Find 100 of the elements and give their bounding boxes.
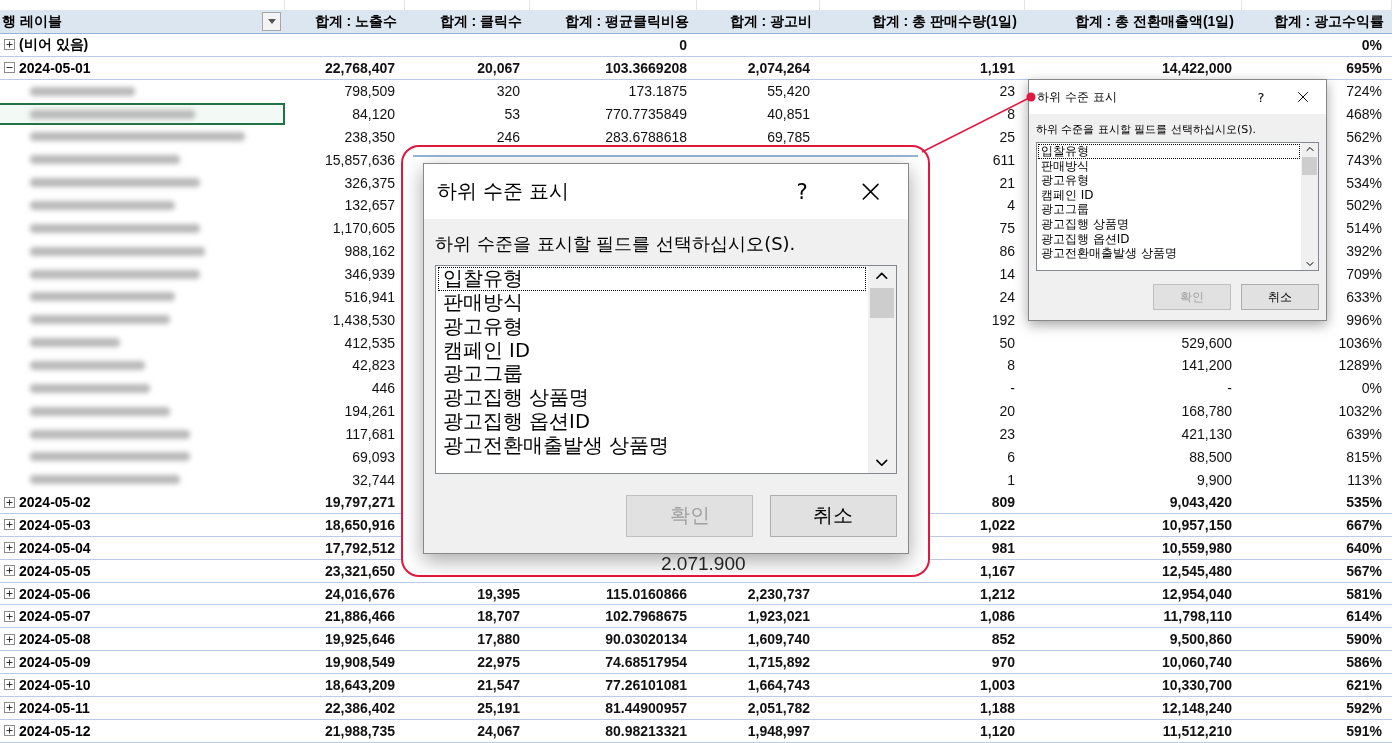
table-cell: 1,923,021: [747, 608, 810, 625]
table-cell: 23,321,650: [324, 562, 395, 579]
table-cell: 1,022: [979, 516, 1015, 533]
expand-icon[interactable]: [4, 679, 15, 691]
row-label: 2024-05-01: [19, 59, 91, 76]
table-cell: 19,908,549: [324, 654, 395, 671]
list-item[interactable]: 광고전환매출발생 상품명: [438, 433, 867, 458]
list-item[interactable]: 광고유형: [1038, 173, 1300, 188]
expand-icon[interactable]: [4, 542, 15, 554]
expand-icon[interactable]: [4, 496, 15, 508]
filter-button[interactable]: [262, 12, 281, 31]
table-cell: 88,500: [1189, 448, 1232, 465]
table-cell: 11,512,210: [1162, 722, 1232, 739]
table-cell: 724%: [1346, 83, 1382, 100]
list-item[interactable]: 광고집행 옵션ID: [1038, 231, 1300, 247]
table-cell: 1,609,740: [747, 631, 810, 648]
table-cell: 12,545,480: [1161, 562, 1232, 579]
table-cell: 468%: [1346, 106, 1382, 122]
list-item[interactable]: 캠페인 ID: [1038, 187, 1300, 203]
table-cell: 421,130: [1181, 426, 1232, 443]
column-header: 합계 : 클릭수: [439, 12, 522, 31]
list-item[interactable]: 캠페인 ID: [438, 338, 867, 363]
field-list[interactable]: 입찰유형 판매방식 광고유형 캠페인 ID 광고그룹 광고집행 상품명 광고집행 옵션ID 광고전환매출발생 상품명: [435, 264, 897, 474]
caret-icon: [267, 19, 276, 24]
expand-icon[interactable]: [4, 656, 15, 668]
table-cell: 591%: [1346, 722, 1382, 739]
table-cell: 743%: [1346, 151, 1382, 168]
table-cell: 18,707: [477, 608, 520, 625]
table-cell: 194,261: [344, 403, 395, 420]
field-list[interactable]: 입찰유형 판매방식 광고유형 캠페인 ID 광고그룹 광고집행 상품명 광고집행 옵션ID 광고전환매출발생 상품명: [1036, 142, 1319, 271]
table-cell: 32,744: [352, 471, 395, 488]
list-item[interactable]: 광고집행 상품명: [1038, 216, 1300, 232]
collapse-icon[interactable]: [4, 62, 15, 74]
scroll-thumb[interactable]: [1302, 157, 1317, 175]
table-cell: 10,060,740: [1161, 654, 1232, 671]
table-cell: 852: [991, 631, 1015, 648]
list-item[interactable]: 판매방식: [1038, 158, 1300, 174]
expand-icon[interactable]: [4, 633, 15, 645]
table-cell: 24,016,676: [324, 585, 395, 602]
table-cell: 516,941: [344, 288, 395, 305]
expand-icon[interactable]: [4, 702, 15, 714]
table-cell: 9,500,860: [1169, 631, 1232, 648]
table-cell: 24,067: [477, 722, 520, 739]
list-item[interactable]: 판매방식: [438, 291, 867, 315]
expand-icon[interactable]: [4, 565, 15, 577]
table-cell: 168,780: [1181, 403, 1232, 420]
table-cell: 1,212: [979, 585, 1015, 602]
table-cell: 392%: [1346, 243, 1382, 260]
expand-icon[interactable]: [4, 588, 15, 600]
dialog-title: 하위 수준 표시: [1037, 88, 1118, 106]
expand-icon[interactable]: [4, 519, 15, 531]
row-label: 2024-05-12: [19, 722, 91, 739]
column-header: 합계 : 광고수익률: [1273, 12, 1384, 31]
table-cell: 55,420: [767, 83, 810, 100]
table-cell: 592%: [1346, 699, 1382, 716]
cancel-button[interactable]: 취소: [1241, 284, 1319, 310]
table-cell: 113%: [1347, 471, 1382, 488]
table-cell: 40,851: [767, 106, 810, 122]
list-item[interactable]: 광고유형: [438, 314, 867, 339]
help-button[interactable]: ?: [1244, 89, 1278, 105]
table-cell: 20,067: [477, 59, 520, 76]
list-item[interactable]: 광고그룹: [1038, 202, 1300, 217]
label-cell[interactable]: [0, 102, 285, 126]
table-cell: 1,438,530: [332, 311, 395, 328]
table-cell: 103.3669208: [605, 59, 687, 76]
list-item[interactable]: 광고집행 상품명: [438, 386, 867, 410]
table-cell: 590%: [1346, 631, 1382, 648]
table-cell: 1,120: [979, 722, 1015, 739]
scroll-thumb[interactable]: [869, 288, 895, 318]
table-cell: 0%: [1361, 36, 1382, 53]
list-item[interactable]: 광고그룹: [438, 362, 867, 387]
row-label: 2024-05-11: [19, 699, 90, 716]
table-cell: 320: [496, 83, 520, 100]
list-item[interactable]: 입찰유형: [438, 267, 867, 291]
expand-icon[interactable]: [4, 725, 15, 737]
table-cell: -: [1227, 380, 1232, 397]
table-cell: 84,120: [352, 106, 395, 122]
table-cell: 1,948,997: [747, 722, 810, 739]
table-cell: 562%: [1346, 128, 1382, 145]
table-cell: 1289%: [1338, 357, 1382, 374]
table-cell: 1,167: [979, 562, 1015, 579]
row-label: 2024-05-02: [19, 494, 91, 511]
table-cell: 75: [999, 220, 1015, 237]
list-item[interactable]: 광고집행 옵션ID: [438, 410, 867, 434]
table-cell: 74.68517954: [605, 654, 687, 671]
table-cell: 611: [992, 151, 1015, 168]
table-cell: 1,664,743: [747, 677, 810, 693]
table-cell: 21,886,466: [324, 608, 395, 625]
table-cell: 69,785: [767, 128, 810, 145]
table-cell: 141,200: [1181, 357, 1232, 374]
zoomed-cell-text: 2.071.900: [661, 554, 746, 573]
table-cell: 6: [1007, 448, 1015, 465]
expand-icon[interactable]: [4, 610, 15, 622]
list-item[interactable]: 광고전환매출발생 상품명: [1038, 246, 1300, 261]
table-cell: 21,547: [477, 677, 520, 693]
cancel-button[interactable]: 취소: [769, 494, 897, 538]
help-button[interactable]: ?: [774, 179, 830, 205]
table-cell: 2,074,264: [747, 59, 810, 76]
list-item[interactable]: 입찰유형: [1038, 144, 1300, 159]
expand-icon[interactable]: [4, 39, 15, 51]
